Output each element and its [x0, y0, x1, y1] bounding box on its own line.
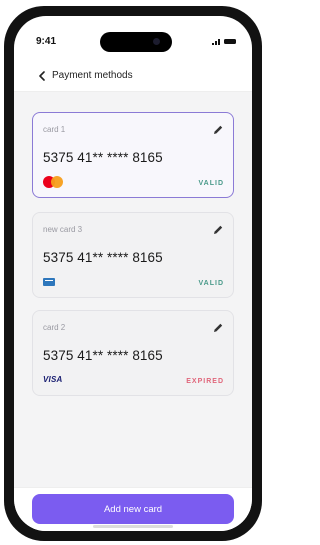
battery-icon [224, 39, 236, 44]
card-name: card 1 [43, 125, 66, 134]
mastercard-icon [43, 176, 63, 188]
card-number: 5375 41** **** 8165 [43, 348, 163, 363]
card-item-card-2[interactable]: card 2 5375 41** **** 8165 VISA EXPIRED [32, 310, 234, 396]
pencil-icon[interactable] [211, 321, 225, 335]
card-item-new-card-3[interactable]: new card 3 5375 41** **** 8165 VALID [32, 212, 234, 298]
pencil-icon[interactable] [211, 223, 225, 237]
amex-icon [43, 278, 55, 286]
card-name: card 2 [43, 323, 66, 332]
page-title: Payment methods [52, 70, 133, 81]
status-badge: VALID [198, 180, 224, 187]
card-number: 5375 41** **** 8165 [43, 150, 163, 165]
header: Payment methods [14, 60, 252, 92]
home-indicator [93, 525, 173, 528]
visa-icon: VISA [43, 375, 63, 384]
signal-icon [212, 38, 220, 45]
status-badge: VALID [198, 280, 224, 287]
status-badge: EXPIRED [186, 378, 224, 385]
status-icons [212, 38, 236, 45]
status-bar: 9:41 [14, 16, 252, 56]
card-number: 5375 41** **** 8165 [43, 250, 163, 265]
card-list: card 1 5375 41** **** 8165 VALID new car… [14, 92, 252, 487]
status-time: 9:41 [36, 36, 57, 47]
phone-frame: 9:41 Payment methods card 1 5375 41** **… [4, 6, 262, 541]
screen: 9:41 Payment methods card 1 5375 41** **… [14, 16, 252, 531]
chevron-left-icon[interactable] [34, 69, 48, 83]
camera-icon [153, 38, 160, 45]
dynamic-island [100, 32, 172, 52]
add-new-card-button[interactable]: Add new card [32, 494, 234, 524]
card-item-card-1[interactable]: card 1 5375 41** **** 8165 VALID [32, 112, 234, 198]
card-name: new card 3 [43, 225, 83, 234]
pencil-icon[interactable] [211, 123, 225, 137]
